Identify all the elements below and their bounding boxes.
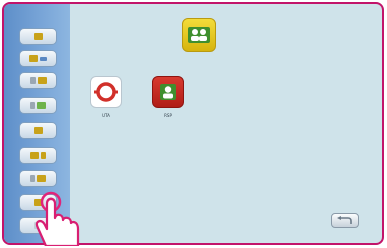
sidebar-button-1[interactable] — [19, 28, 57, 45]
sidebar-button-7[interactable] — [19, 170, 57, 187]
sidebar-button-4[interactable] — [19, 97, 57, 114]
single-unit-icon — [33, 33, 43, 40]
sidebar-button-5[interactable] — [19, 122, 57, 139]
group-tile[interactable] — [182, 18, 216, 52]
two-people-icon — [188, 27, 210, 43]
hand-pointer-icon — [35, 191, 80, 246]
double-unit-icon — [30, 152, 39, 159]
single-unit-icon — [33, 127, 43, 134]
back-button[interactable] — [331, 213, 359, 228]
return-arrow-icon — [337, 215, 352, 224]
double-unit-icon — [29, 77, 36, 84]
sidebar-button-3[interactable] — [19, 72, 57, 89]
person-icon — [160, 84, 176, 100]
tile-label: UTA — [102, 113, 110, 118]
lifebuoy-icon — [94, 82, 118, 102]
tile-label: RSP — [164, 113, 172, 118]
unit-pair-icon — [30, 175, 35, 182]
sidebar-button-6[interactable] — [19, 147, 57, 164]
tile-uta[interactable]: UTA — [90, 76, 122, 118]
tile-rsp[interactable]: RSP — [152, 76, 184, 118]
unit-with-cable-icon — [29, 55, 38, 62]
sidebar-button-2[interactable] — [19, 50, 57, 67]
unit-pair-icon — [30, 102, 35, 109]
